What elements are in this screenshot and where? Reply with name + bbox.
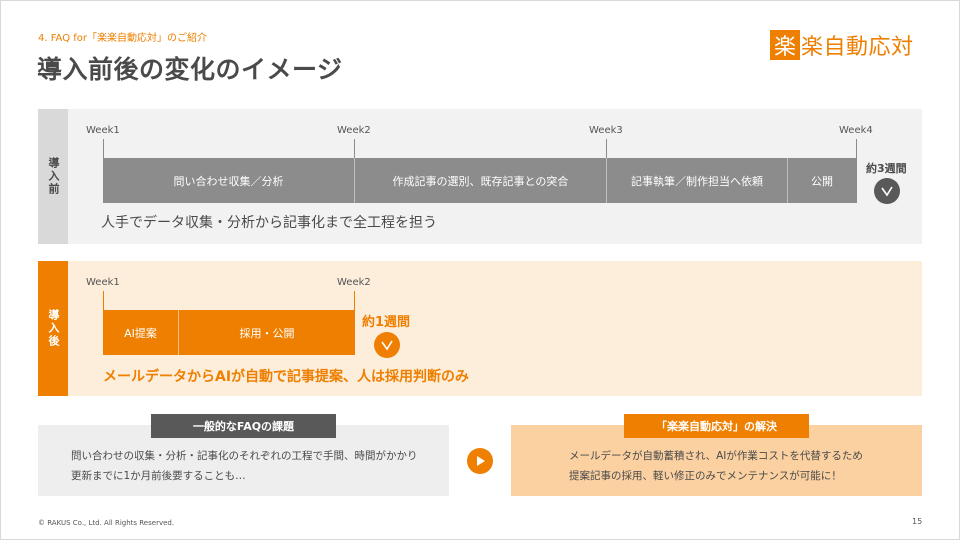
solution-line: 提案記事の採用、軽い修正のみでメンテナンスが可能に！ bbox=[569, 470, 842, 482]
after-week-label: Week1 bbox=[86, 277, 120, 288]
page-number: 15 bbox=[912, 517, 923, 526]
check-icon bbox=[374, 332, 400, 358]
solution-text: メールデータが自動蓄積され、AIが作業コストを代替するため 提案記事の採用、軽い… bbox=[569, 446, 863, 486]
section-label: 4. FAQ for「楽楽自動応対」のご紹介 bbox=[38, 33, 208, 44]
problem-line: 問い合わせの収集・分析・記事化のそれぞれの工程で手間、時間がかかり bbox=[71, 450, 418, 462]
logo-text: 楽自動応対 bbox=[801, 35, 914, 60]
week-tick bbox=[354, 139, 355, 158]
before-summary: 人手でデータ収集・分析から記事化まで全工程を担う bbox=[101, 215, 437, 231]
check-icon bbox=[874, 178, 900, 204]
solution-line: メールデータが自動蓄積され、AIが作業コストを代替するため bbox=[569, 450, 863, 462]
before-week-label: Week4 bbox=[839, 125, 873, 136]
after-duration: 約1週間 bbox=[362, 315, 411, 330]
phase-bar: AI提案 bbox=[103, 310, 179, 355]
phase-bar: 記事執筆／制作担当へ依頼 bbox=[607, 158, 788, 203]
after-week-label: Week2 bbox=[337, 277, 371, 288]
solution-tag: 「楽楽自動応対」の解決 bbox=[624, 414, 809, 438]
after-band: 導入後 Week1 Week2 AI提案 採用・公開 約1週間 メールデータから… bbox=[38, 261, 922, 396]
logo: 楽 楽自動応対 bbox=[770, 30, 914, 60]
phase-bar: 公開 bbox=[788, 158, 856, 203]
page-title: 導入前後の変化のイメージ bbox=[37, 55, 343, 84]
before-side-label: 導入前 bbox=[47, 157, 60, 196]
logo-mark: 楽 bbox=[770, 30, 800, 60]
after-side-label-box: 導入後 bbox=[38, 261, 68, 396]
phase-bar: 採用・公開 bbox=[179, 310, 355, 355]
problem-line: 更新までに1か月前後要することも… bbox=[71, 470, 246, 482]
problem-tag: 一般的なFAQの課題 bbox=[151, 414, 336, 438]
week-tick bbox=[856, 139, 857, 203]
phase-bar: 作成記事の選別、既存記事との突合 bbox=[355, 158, 607, 203]
before-week-label: Week3 bbox=[589, 125, 623, 136]
before-side-label-box: 導入前 bbox=[38, 109, 68, 244]
before-week-label: Week1 bbox=[86, 125, 120, 136]
play-arrow-icon bbox=[467, 448, 493, 474]
before-duration: 約3週間 bbox=[866, 162, 907, 175]
after-side-label: 導入後 bbox=[47, 309, 60, 348]
before-band: 導入前 Week1 Week2 Week3 Week4 問い合わせ収集／分析 作… bbox=[38, 109, 922, 244]
week-tick bbox=[606, 139, 607, 158]
before-week-label: Week2 bbox=[337, 125, 371, 136]
copyright: © RAKUS Co., Ltd. All Rights Reserved. bbox=[38, 519, 175, 527]
phase-bar: 問い合わせ収集／分析 bbox=[103, 158, 355, 203]
after-summary: メールデータからAIが自動で記事提案、人は採用判断のみ bbox=[103, 369, 470, 385]
problem-text: 問い合わせの収集・分析・記事化のそれぞれの工程で手間、時間がかかり 更新までに1… bbox=[71, 446, 418, 486]
